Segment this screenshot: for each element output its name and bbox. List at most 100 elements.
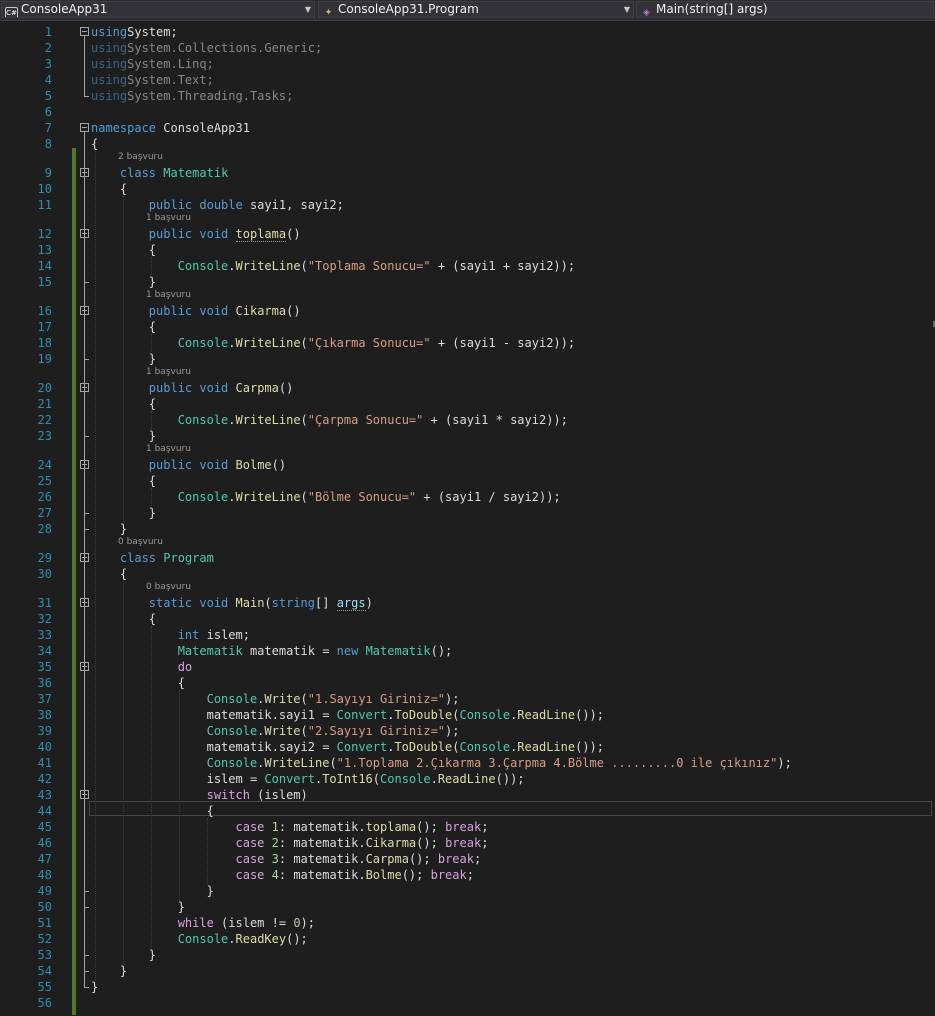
code-line[interactable]: 51 while (islem != 0); [0,915,935,931]
code-line[interactable]: 11 public double sayi1, sayi2; [0,197,935,213]
collapse-icon[interactable] [80,790,89,799]
code-line[interactable]: 12 public void toplama() [0,226,935,242]
code-line[interactable]: 45 case 1: matematik.toplama(); break; [0,819,935,835]
code-line[interactable]: 29 class Program [0,550,935,566]
code-line[interactable]: 47 case 3: matematik.Carpma(); break; [0,851,935,867]
code-token: Convert [336,740,388,754]
type-dropdown[interactable]: ✦ ConsoleApp31.Program ▼ [318,1,634,18]
code-token: { [91,567,128,581]
code-token: } [91,429,157,443]
member-dropdown[interactable]: ◈ Main(string[] args) [636,1,934,18]
code-line[interactable]: 23 } [0,428,935,444]
line-number: 42 [37,772,52,786]
code-token: Console [459,740,511,754]
code-line[interactable]: 49 } [0,883,935,899]
collapse-icon[interactable] [80,598,89,607]
code-line[interactable]: 34 Matematik matematik = new Matematik()… [0,643,935,659]
reference-count-codelens[interactable]: 1 başvuru [146,212,191,225]
code-token: + (sayi1 / sayi2)); [416,490,561,504]
code-line[interactable]: 22 Console.WriteLine("Çarpma Sonucu=" + … [0,412,935,428]
code-line[interactable]: 35 do [0,659,935,675]
code-line[interactable]: 37 Console.Write("1.Sayıyı Giriniz="); [0,691,935,707]
code-text: } [91,883,214,899]
code-line[interactable]: 4 usingSystem.Text; [0,72,935,88]
collapse-icon[interactable] [80,383,89,392]
collapse-icon[interactable] [80,168,89,177]
code-line[interactable]: 44 { [0,803,935,819]
code-line[interactable]: 42 islem = Convert.ToInt16(Console.ReadL… [0,771,935,787]
code-line[interactable]: 43 switch (islem) [0,787,935,803]
collapse-icon[interactable] [80,553,89,562]
code-line[interactable]: 28 } [0,521,935,537]
reference-count-codelens[interactable]: 1 başvuru [146,366,191,379]
code-line[interactable]: 20 public void Carpma() [0,380,935,396]
code-line[interactable]: 46 case 2: matematik.Cikarma(); break; [0,835,935,851]
code-token: toplama [365,820,417,834]
code-token: string [271,596,316,610]
code-line[interactable]: 31 static void Main(string[] args) [0,595,935,611]
code-line[interactable]: 15 } [0,274,935,290]
reference-count-codelens[interactable]: 0 başvuru [146,581,191,594]
collapse-icon[interactable] [80,460,89,469]
reference-count-codelens[interactable]: 1 başvuru [146,443,191,456]
collapse-icon[interactable] [80,306,89,315]
code-line[interactable]: 10 { [0,181,935,197]
code-line[interactable]: 9 class Matematik [0,165,935,181]
code-line[interactable]: 1 usingSystem; [0,24,935,40]
code-line[interactable]: 38 matematik.sayi1 = Convert.ToDouble(Co… [0,707,935,723]
code-line[interactable]: 13 { [0,242,935,258]
code-line[interactable]: 6 [0,104,935,120]
code-line[interactable]: 36 { [0,675,935,691]
reference-count-codelens[interactable]: 0 başvuru [118,536,163,549]
code-line[interactable]: 17 { [0,319,935,335]
line-number: 29 [37,551,52,565]
code-line[interactable]: 39 Console.Write("2.Sayıyı Giriniz="); [0,723,935,739]
code-token: } [91,522,128,536]
code-line[interactable]: 54 } [0,963,935,979]
collapse-icon[interactable] [80,123,89,132]
project-dropdown[interactable]: C# ConsoleApp31 ▼ [1,1,315,18]
code-line[interactable]: 25 { [0,473,935,489]
code-line[interactable]: 24 public void Bolme() [0,457,935,473]
reference-count-codelens[interactable]: 2 başvuru [118,151,163,164]
code-line[interactable]: 32 { [0,611,935,627]
code-line[interactable]: 33 int islem; [0,627,935,643]
code-line[interactable]: 50 } [0,899,935,915]
code-line[interactable]: 55} [0,979,935,995]
collapse-icon[interactable] [80,229,89,238]
line-number: 31 [37,596,52,610]
code-line[interactable]: 3 usingSystem.Linq; [0,56,935,72]
collapse-icon[interactable] [80,662,89,671]
code-line[interactable]: 26 Console.WriteLine("Bölme Sonucu=" + (… [0,489,935,505]
code-token: WriteLine [264,756,330,770]
code-line[interactable]: 52 Console.ReadKey(); [0,931,935,947]
code-line[interactable]: 19 } [0,351,935,367]
code-line[interactable]: 53 } [0,947,935,963]
code-token: static void [148,596,229,610]
code-token: { [91,804,214,818]
code-line[interactable]: 2 usingSystem.Collections.Generic; [0,40,935,56]
code-line[interactable]: 56 [0,995,935,1011]
code-line[interactable]: 14 Console.WriteLine("Toplama Sonucu=" +… [0,258,935,274]
code-editor[interactable]: 2 başvuru 1 başvuru 1 başvuru 1 başvuru 1 ba… [0,21,935,1016]
code-line[interactable]: 27 } [0,505,935,521]
code-token: ); [445,724,460,738]
code-token: namespace [91,121,157,135]
code-line[interactable]: 21 { [0,396,935,412]
reference-count-codelens[interactable]: 1 başvuru [146,289,191,302]
code-line[interactable]: 16 public void Cikarma() [0,303,935,319]
code-line[interactable]: 48 case 4: matematik.Bolme(); break; [0,867,935,883]
code-line[interactable]: 18 Console.WriteLine("Çıkarma Sonucu=" +… [0,335,935,351]
code-line[interactable]: 40 matematik.sayi2 = Convert.ToDouble(Co… [0,739,935,755]
code-line[interactable]: 7 namespace ConsoleApp31 [0,120,935,136]
code-line[interactable]: 30 { [0,566,935,582]
collapse-icon[interactable] [80,27,89,36]
code-line[interactable]: 5 usingSystem.Threading.Tasks; [0,88,935,104]
line-number: 9 [44,166,52,180]
code-token: case [235,852,265,866]
code-line[interactable]: 41 Console.WriteLine("1.Toplama 2.Çıkarm… [0,755,935,771]
code-line[interactable]: 8{ [0,136,935,152]
